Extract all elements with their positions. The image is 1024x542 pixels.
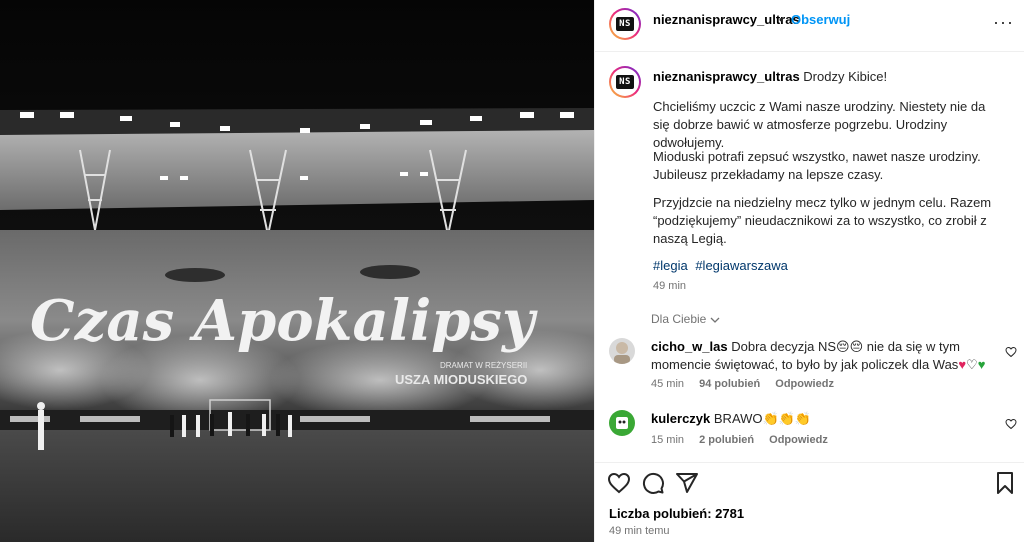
likes-count[interactable]: Liczba polubień: 2781 [609,506,744,521]
comment-time: 45 min [651,378,685,390]
post-side-panel: NS nieznanisprawcy_ultras • Obserwuj ···… [594,0,1024,542]
separator-dot: • [779,12,784,27]
hashtags: #legia #legiawarszawa [653,258,792,273]
commenter-avatar[interactable] [609,338,635,364]
caption-first-line: nieznanisprawcy_ultras Drodzy Kibice! [653,69,887,84]
comment-text: cicho_w_las Dobra decyzja NS😔😔 nie da si… [651,338,991,374]
comments-filter-dropdown[interactable]: Dla Ciebie [651,312,720,326]
ns-logo-icon: NS [616,75,634,89]
banner-small-text-2: USZA MIODUSKIEGO [395,372,527,387]
white-heart-emoji: ♡ [966,357,978,372]
caption-time: 49 min [653,280,687,292]
comment-icon[interactable] [641,471,665,495]
clap-emoji: 👏👏👏 [762,411,812,426]
caption-paragraph-3: Przyjdzcie na niedzielny mecz tylko w je… [653,195,992,246]
comment-text: kulerczyk BRAWO👏👏👏 [651,410,991,428]
caption-paragraph-2: Mioduski potrafi zepsuć wszystko, nawet … [653,149,981,182]
comment-username[interactable]: kulerczyk [651,411,710,426]
stadium-photo: Czas Apokalipsy DRAMAT W REŻYSERII USZA … [0,0,594,542]
comment-time: 15 min [651,434,685,446]
more-options-icon[interactable]: ··· [993,12,1014,33]
comment-like-heart-icon[interactable] [1005,346,1017,358]
comment-body: BRAWO [713,411,763,426]
avatar[interactable]: NS [609,8,641,40]
post-header: NS nieznanisprawcy_ultras • Obserwuj ··· [595,0,1024,52]
chevron-down-icon [710,317,720,323]
follow-button[interactable]: Obserwuj [791,12,850,27]
comment-body-part1: Dobra decyzja NS [731,339,837,354]
share-icon[interactable] [675,471,699,495]
comment-meta: 45 min 94 polubień Odpowiedz [651,378,846,390]
reply-button[interactable]: Odpowiedz [775,378,834,390]
caption-username[interactable]: nieznanisprawcy_ultras [653,69,800,84]
caption-greeting: Drodzy Kibice! [803,69,888,84]
comment-username[interactable]: cicho_w_las [651,339,728,354]
header-username[interactable]: nieznanisprawcy_ultras [653,12,800,27]
green-heart-emoji: ♥ [977,357,986,372]
post-time-ago: 49 min temu [609,525,670,537]
commenter-avatar[interactable] [609,410,635,436]
post-image[interactable]: Czas Apokalipsy DRAMAT W REŻYSERII USZA … [0,0,594,542]
post-actions [595,462,1024,503]
caption-avatar[interactable]: NS [609,66,641,98]
comment-meta: 15 min 2 polubień Odpowiedz [651,434,840,446]
hashtag-legia[interactable]: #legia [653,258,688,273]
filter-label: Dla Ciebie [651,312,707,326]
caption-paragraph-1: Chcieliśmy uczcic z Wami nasze urodziny.… [653,99,986,150]
sad-emoji: 😔😔 [836,339,864,354]
red-heart-emoji: ♥ [958,357,967,372]
banner-text: Czas Apokalipsy [30,288,538,354]
heart-icon[interactable] [607,471,631,495]
banner-small-text-1: DRAMAT W REŻYSERII [440,361,527,370]
ns-logo-icon: NS [616,17,634,31]
comment-likes[interactable]: 94 polubień [699,378,760,390]
comment-likes[interactable]: 2 polubień [699,434,754,446]
bookmark-icon[interactable] [993,471,1017,495]
comment-like-heart-icon[interactable] [1005,418,1017,430]
hashtag-legiawarszawa[interactable]: #legiawarszawa [695,258,788,273]
reply-button[interactable]: Odpowiedz [769,434,828,446]
